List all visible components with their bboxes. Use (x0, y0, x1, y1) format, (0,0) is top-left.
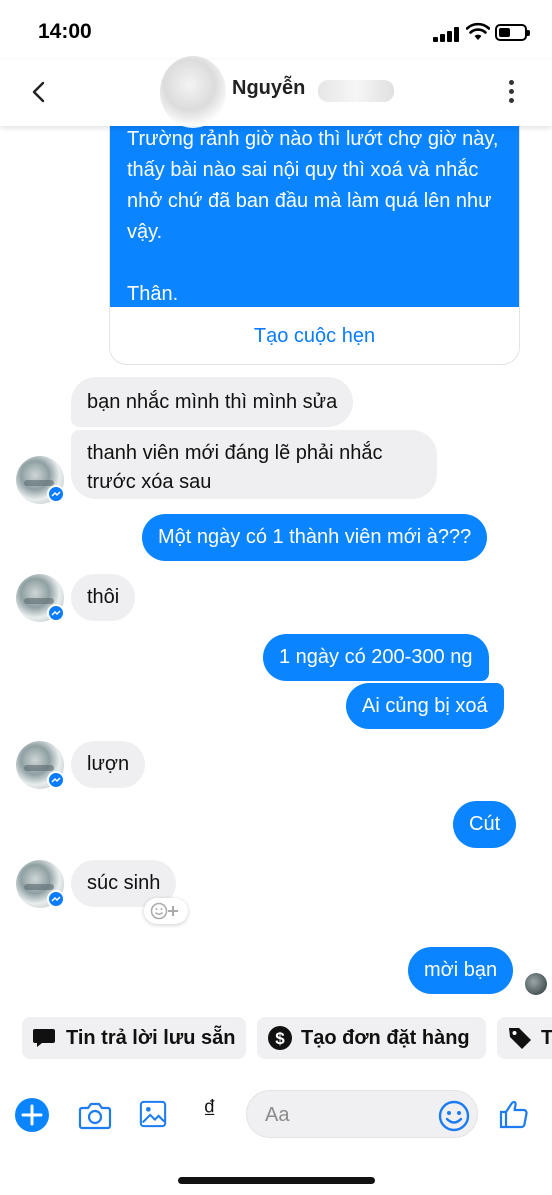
camera-icon[interactable] (78, 1100, 112, 1130)
card-message-text: Trường rảnh giờ nào thì lướt chợ giờ này… (127, 128, 499, 305)
svg-text:$: $ (275, 1029, 285, 1048)
message-bubble-outgoing[interactable]: Ai củng bị xoá (346, 683, 504, 729)
message-bubble-incoming[interactable]: thanh viên mới đáng lẽ phải nhắc trước x… (71, 430, 437, 499)
like-icon[interactable] (498, 1098, 530, 1130)
plus-icon[interactable] (0, 1097, 50, 1133)
signal-icon (433, 27, 459, 42)
saved-reply-icon (33, 1029, 55, 1047)
contact-avatar[interactable] (160, 56, 226, 128)
message-bubble-outgoing[interactable]: 1 ngày có 200-300 ng (263, 634, 489, 681)
back-icon[interactable] (26, 78, 54, 106)
currency-icon[interactable]: ₫ (203, 1094, 223, 1130)
contact-name-blur (318, 80, 394, 102)
card-body: Trường rảnh giờ nào thì lướt chợ giờ này… (110, 101, 519, 307)
currency-symbol: ₫ (203, 1094, 217, 1124)
contact-name[interactable]: Nguyễn (232, 77, 305, 100)
quick-replies-bar: Tin trả lời lưu sẵn $ Tạo đơn đặt hàng T (0, 1017, 552, 1063)
messenger-badge-icon (47, 485, 65, 503)
add-reaction-icon (150, 902, 178, 920)
quick-reply-label: Tin trả lời lưu sẵn (66, 1026, 236, 1049)
message-input[interactable] (265, 1101, 425, 1129)
quick-reply-tag[interactable]: T (497, 1017, 552, 1059)
more-options-icon[interactable] (502, 76, 522, 108)
status-bar: 14:00 (0, 0, 552, 60)
dollar-icon: $ (268, 1026, 292, 1050)
message-bubble-outgoing[interactable]: Một ngày có 1 thành viên mới à??? (142, 514, 488, 561)
messenger-badge-icon (47, 890, 65, 908)
message-bubble-outgoing[interactable]: Cút (453, 801, 517, 848)
messenger-badge-icon (47, 604, 65, 622)
quick-reply-label: T (541, 1026, 552, 1049)
battery-icon (495, 24, 530, 41)
message-bubble-incoming[interactable]: bạn nhắc mình thì mình sửa (71, 377, 354, 427)
structured-message-card: Trường rảnh giờ nào thì lướt chợ giờ này… (109, 100, 520, 365)
conversation-header: Nguyễn (0, 56, 552, 128)
status-time: 14:00 (38, 20, 92, 43)
create-appointment-button[interactable]: Tạo cuộc hẹn (110, 307, 519, 364)
tag-icon (509, 1028, 531, 1049)
gallery-icon[interactable] (139, 1100, 167, 1128)
home-indicator[interactable] (178, 1177, 375, 1184)
messenger-badge-icon (47, 771, 65, 789)
quick-reply-label: Tạo đơn đặt hàng (301, 1026, 470, 1049)
message-bubble-incoming[interactable]: lượn (71, 741, 146, 788)
seen-indicator-avatar (525, 973, 547, 995)
message-bubble-outgoing[interactable]: mời bạn (408, 947, 514, 994)
emoji-icon[interactable] (438, 1100, 470, 1132)
wifi-icon (466, 22, 490, 40)
message-bubble-incoming[interactable]: thôi (71, 574, 136, 621)
quick-reply-saved-replies[interactable]: Tin trả lời lưu sẵn (22, 1017, 246, 1059)
quick-reply-create-order[interactable]: $ Tạo đơn đặt hàng (257, 1017, 486, 1059)
add-reaction-button[interactable] (144, 898, 188, 924)
